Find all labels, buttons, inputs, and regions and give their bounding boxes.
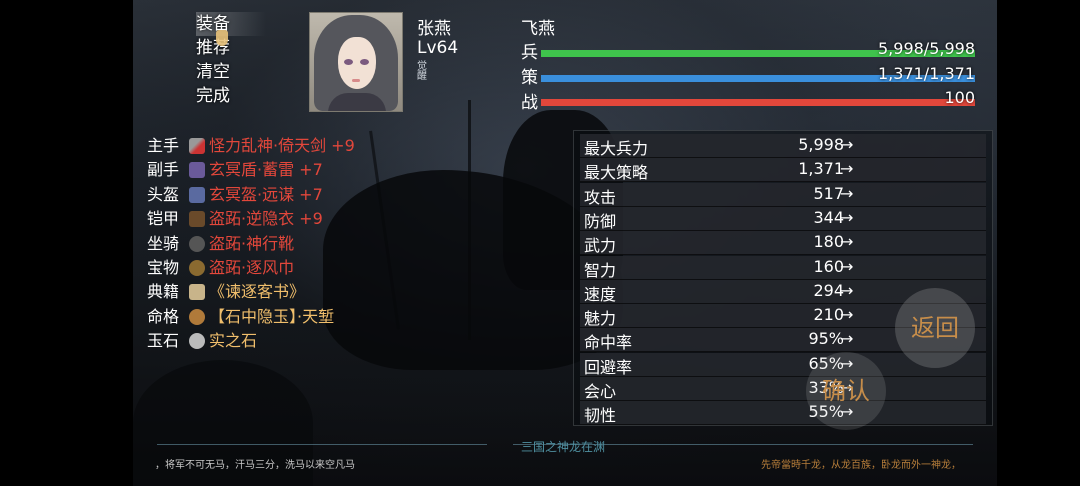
arrow-right-icon: → <box>840 232 854 252</box>
stat-row: 武力 180 → <box>580 231 986 256</box>
stat-label: 魅力 <box>584 309 617 329</box>
stat-label: 武力 <box>584 236 617 256</box>
stat-row: 最大策略 1,371 → <box>580 158 986 183</box>
pointer-hand-icon <box>216 30 228 46</box>
arrow-right-icon: → <box>840 207 854 227</box>
stat-value: 95% <box>808 329 844 349</box>
side-menu: 装备 推荐 清空 完成 <box>196 12 266 108</box>
slot-label: 铠甲 <box>147 209 180 229</box>
equip-name: 《谏逐客书》 <box>209 282 306 302</box>
equip-name: 玄冥盔·远谋 +7 <box>209 184 323 204</box>
slot-label: 玉石 <box>147 331 180 351</box>
armor-icon <box>189 211 205 228</box>
equip-name: 盗跖·逐风巾 <box>209 257 295 277</box>
hero-portrait <box>309 12 403 112</box>
slot-label: 宝物 <box>147 257 180 277</box>
stat-label: 命中率 <box>584 333 633 353</box>
menu-recommend[interactable]: 推荐 <box>196 36 266 60</box>
hero-level: Lv64 <box>417 38 459 58</box>
footer-verse-left: ，将军不可无马，汗马三分，洗马以来空凡马 <box>155 460 355 471</box>
stat-value: 1,371 <box>798 159 844 179</box>
arrow-right-icon: → <box>840 135 854 154</box>
strategy-label: 策 <box>521 68 538 88</box>
treasure-icon <box>189 259 205 276</box>
equip-name: 实之石 <box>209 331 258 351</box>
awaken-mark: 觉醒 <box>417 61 427 82</box>
menu-done[interactable]: 完成 <box>196 84 266 108</box>
arrow-right-icon: → <box>840 256 854 276</box>
battle-bar <box>541 99 975 106</box>
hero-name: 张燕 <box>417 19 451 39</box>
troops-value: 5,998/5,998 <box>878 39 975 58</box>
stat-label: 智力 <box>584 260 617 280</box>
equip-row-treasure[interactable]: 宝物 盗跖·逐风巾 <box>147 256 355 280</box>
equip-row-fate[interactable]: 命格 【石中隐玉】·天堑 <box>147 305 355 329</box>
stat-label: 最大兵力 <box>584 139 649 158</box>
footer-title: 三国之神龙在渊 <box>521 440 606 454</box>
slot-label: 头盔 <box>147 184 180 204</box>
equip-name: 盗跖·逆隐衣 +9 <box>209 209 323 229</box>
game-screen: 装备 推荐 清空 完成 张燕 Lv64 觉醒 飞燕 兵 5,998/5,998 … <box>133 0 997 486</box>
stat-row: 韧性 55% → <box>580 401 986 426</box>
slot-label: 副手 <box>147 160 180 180</box>
equip-name: 【石中隐玉】·天堑 <box>209 306 335 326</box>
slot-label: 主手 <box>147 136 180 155</box>
stat-row: 攻击 517 → <box>580 182 986 207</box>
divider <box>157 444 487 445</box>
equip-row-mount[interactable]: 坐骑 盗跖·神行靴 <box>147 232 355 256</box>
stat-row: 会心 33% → <box>580 377 986 401</box>
equip-row-book[interactable]: 典籍 《谏逐客书》 <box>147 280 355 304</box>
stat-label: 攻击 <box>584 187 617 207</box>
boots-icon <box>189 235 205 252</box>
slot-label: 坐骑 <box>147 233 180 253</box>
stat-label: 回避率 <box>584 357 633 377</box>
stat-value: 5,998 <box>798 135 844 154</box>
equip-row-off-hand[interactable]: 副手 玄冥盾·蓄雷 +7 <box>147 158 355 182</box>
stat-label: 最大策略 <box>584 163 649 183</box>
stats-panel: 最大兵力 5,998 → 最大策略 1,371 → 攻击 517 → 防御 344 → 武力 180 → 智力… <box>573 130 993 426</box>
stat-row: 防御 344 → <box>580 206 986 231</box>
equip-name: 盗跖·神行靴 <box>209 233 295 253</box>
stat-row: 最大兵力 5,998 → <box>580 134 986 158</box>
unit-name: 飞燕 <box>521 19 555 39</box>
stat-row: 智力 160 → <box>580 255 986 280</box>
equip-row-armor[interactable]: 铠甲 盗跖·逆隐衣 +9 <box>147 207 355 231</box>
battle-value: 100 <box>944 88 975 107</box>
fate-icon <box>189 308 205 325</box>
spear-silhouette <box>468 100 471 340</box>
stat-label: 速度 <box>584 284 617 304</box>
helmet-icon <box>189 186 205 203</box>
equip-row-main-hand[interactable]: 主手 怪力乱神·倚天剑 +9 <box>147 134 355 158</box>
slot-label: 命格 <box>147 306 180 326</box>
equip-row-gem[interactable]: 玉石 实之石 <box>147 329 355 353</box>
confirm-button[interactable]: 确认 <box>806 352 886 430</box>
stat-label: 韧性 <box>584 406 617 426</box>
battle-label: 战 <box>521 93 538 113</box>
arrow-right-icon: → <box>840 280 854 300</box>
shield-icon <box>189 162 205 179</box>
troops-label: 兵 <box>521 43 538 63</box>
strategy-value: 1,371/1,371 <box>878 64 975 83</box>
equip-row-helmet[interactable]: 头盔 玄冥盔·远谋 +7 <box>147 183 355 207</box>
arrow-right-icon: → <box>840 183 854 203</box>
equip-name: 怪力乱神·倚天剑 +9 <box>209 136 355 155</box>
stat-label: 防御 <box>584 211 617 231</box>
sword-icon <box>189 138 205 154</box>
footer-verse-right: 先帝當時千龙，从龙百族，卧龙而外一神龙， <box>761 460 961 471</box>
stat-label: 会心 <box>584 382 617 401</box>
arrow-right-icon: → <box>840 159 854 179</box>
slot-label: 典籍 <box>147 282 180 302</box>
gem-icon <box>189 333 205 350</box>
arrow-right-icon: → <box>840 305 854 325</box>
menu-clear[interactable]: 清空 <box>196 60 266 84</box>
equip-name: 玄冥盾·蓄雷 +7 <box>209 160 323 180</box>
menu-equip[interactable]: 装备 <box>196 12 266 36</box>
back-button[interactable]: 返回 <box>895 288 975 368</box>
book-icon <box>189 284 205 301</box>
equipment-list: 主手 怪力乱神·倚天剑 +9 副手 玄冥盾·蓄雷 +7 头盔 玄冥盔·远谋 +7 铠甲… <box>147 134 355 354</box>
arrow-right-icon: → <box>840 329 854 349</box>
